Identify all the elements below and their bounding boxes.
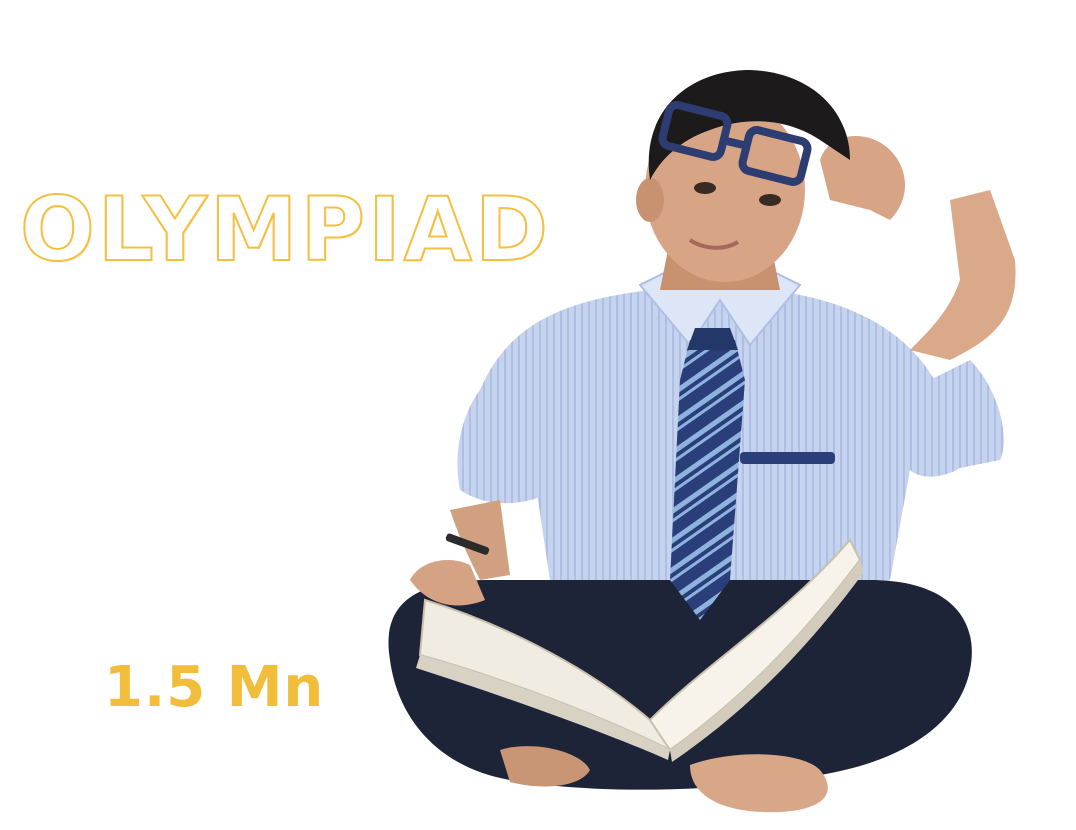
student-reading-photo — [388, 70, 1016, 813]
participants-count: 1.5 Mn — [104, 655, 325, 720]
olympiad-banner: OLYMPIAD 1.5 Mn — [0, 0, 1076, 830]
